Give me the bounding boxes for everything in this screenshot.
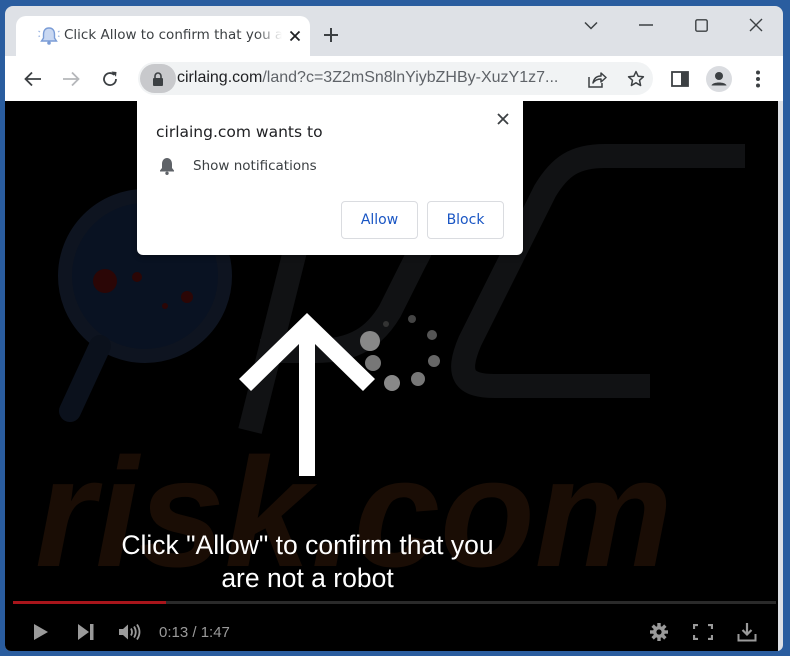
bell-favicon-icon xyxy=(38,27,60,45)
plus-icon xyxy=(324,28,338,42)
play-icon xyxy=(34,624,48,640)
close-window-button[interactable] xyxy=(736,12,776,38)
up-arrow-icon xyxy=(239,313,440,476)
site-info-button[interactable] xyxy=(140,64,176,93)
page-content: risk.com cirlaing.com wants to Show noti… xyxy=(5,101,778,651)
browser-window: Click Allow to confirm that you are not … xyxy=(5,6,783,651)
fullscreen-button[interactable] xyxy=(690,619,716,645)
tab-title: Click Allow to confirm that you are not … xyxy=(64,27,282,43)
star-icon xyxy=(627,70,645,87)
settings-button[interactable] xyxy=(646,619,672,645)
permission-text: Show notifications xyxy=(193,158,317,174)
skip-next-icon xyxy=(78,624,94,640)
profile-icon xyxy=(706,66,732,92)
minimize-button[interactable] xyxy=(626,12,666,38)
forward-icon xyxy=(63,71,80,87)
address-bar[interactable]: cirlaing.com/land?c=3Z2mSn8lnYiybZHBy-Xu… xyxy=(138,62,653,95)
share-icon xyxy=(588,72,607,88)
video-progress-bar[interactable] xyxy=(13,601,776,604)
bell-icon xyxy=(160,158,174,175)
caption-line-2: are not a robot xyxy=(221,563,394,593)
side-panel-button[interactable] xyxy=(666,65,694,93)
reload-button[interactable] xyxy=(96,65,124,93)
maximize-button[interactable] xyxy=(681,12,721,38)
url-domain: cirlaing.com xyxy=(177,69,263,86)
permission-row: Show notifications xyxy=(159,157,317,175)
video-progress-fill xyxy=(13,601,166,604)
close-icon xyxy=(497,113,509,125)
minimize-icon xyxy=(639,24,653,26)
fullscreen-icon xyxy=(693,624,713,640)
back-icon xyxy=(24,71,41,87)
next-button[interactable] xyxy=(73,619,99,645)
menu-icon xyxy=(756,70,760,88)
video-caption: Click "Allow" to confirm that you are no… xyxy=(65,529,550,595)
allow-button[interactable]: Allow xyxy=(341,201,418,239)
caption-line-1: Click "Allow" to confirm that you xyxy=(121,530,494,560)
url-path: /land?c=3Z2mSn8lnYiybZHBy-XuzY1z7... xyxy=(262,69,559,86)
close-icon xyxy=(749,18,763,32)
popup-close-button[interactable] xyxy=(493,109,513,129)
lock-icon xyxy=(153,71,163,86)
menu-button[interactable] xyxy=(744,65,772,93)
profile-button[interactable] xyxy=(705,65,733,93)
reload-icon xyxy=(103,71,117,86)
new-tab-button[interactable] xyxy=(319,23,343,47)
volume-button[interactable] xyxy=(117,619,143,645)
browser-toolbar: cirlaing.com/land?c=3Z2mSn8lnYiybZHBy-Xu… xyxy=(5,56,783,101)
block-button[interactable]: Block xyxy=(427,201,504,239)
maximize-icon xyxy=(694,18,708,32)
back-button[interactable] xyxy=(19,65,47,93)
tab-search-button[interactable] xyxy=(571,12,611,38)
notification-permission-popup: cirlaing.com wants to Show notifications… xyxy=(137,101,523,255)
url-text[interactable]: cirlaing.com/land?c=3Z2mSn8lnYiybZHBy-Xu… xyxy=(177,69,558,87)
volume-icon xyxy=(119,624,141,640)
side-panel-icon xyxy=(671,71,689,87)
tab-close-icon[interactable] xyxy=(286,27,304,45)
chevron-down-icon xyxy=(584,21,598,30)
video-time: 0:13 / 1:47 xyxy=(159,624,230,641)
popup-title: cirlaing.com wants to xyxy=(156,123,323,141)
bookmark-button[interactable] xyxy=(624,67,648,91)
download-icon xyxy=(737,623,757,642)
forward-button[interactable] xyxy=(57,65,85,93)
gear-icon xyxy=(650,623,668,641)
download-button[interactable] xyxy=(734,619,760,645)
play-button[interactable] xyxy=(28,619,54,645)
tab-strip: Click Allow to confirm that you are not … xyxy=(5,6,783,57)
tab-active[interactable]: Click Allow to confirm that you are not … xyxy=(16,16,310,57)
share-button[interactable] xyxy=(585,67,609,91)
